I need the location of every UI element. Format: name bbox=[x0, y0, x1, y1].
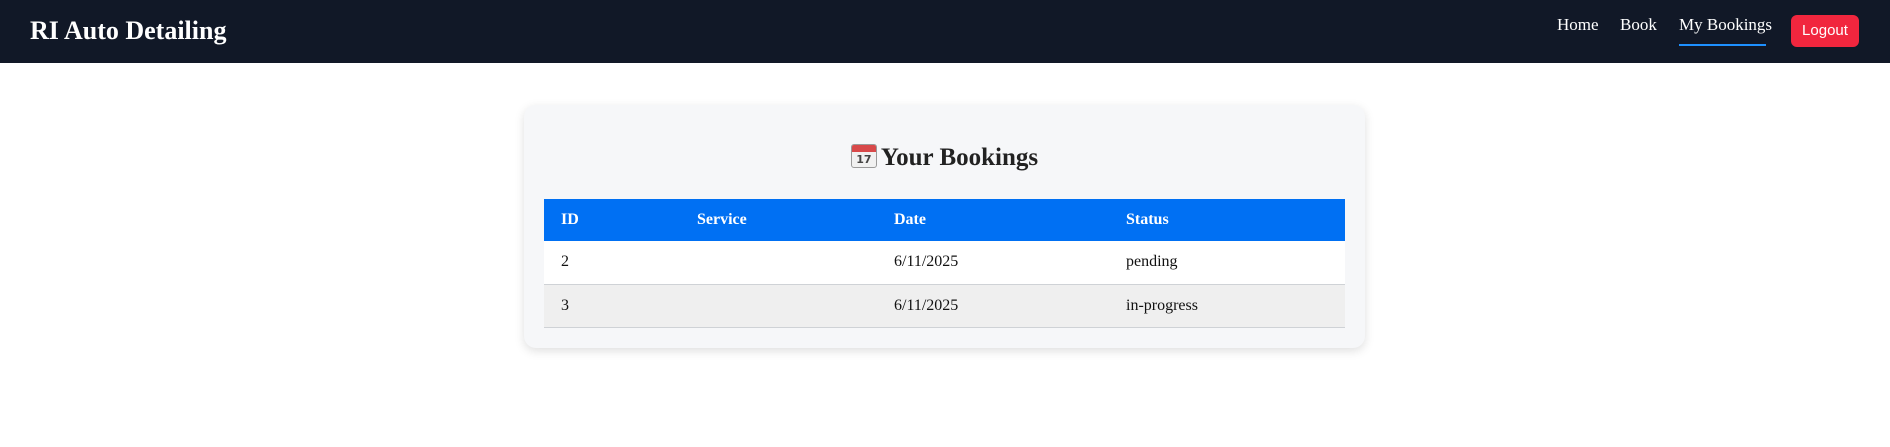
cell-service bbox=[680, 284, 877, 328]
calendar-icon: 17 bbox=[850, 144, 877, 168]
cell-status: pending bbox=[1109, 241, 1345, 285]
bookings-card: 17 Your Bookings ID Service Date Status … bbox=[524, 105, 1365, 348]
cell-status: in-progress bbox=[1109, 284, 1345, 328]
column-header-service: Service bbox=[680, 199, 877, 241]
active-nav-indicator bbox=[1679, 44, 1766, 46]
column-header-date: Date bbox=[877, 199, 1109, 241]
cell-date: 6/11/2025 bbox=[877, 241, 1109, 285]
cell-date: 6/11/2025 bbox=[877, 284, 1109, 328]
calendar-icon-header bbox=[851, 145, 876, 152]
brand-logo[interactable]: RI Auto Detailing bbox=[30, 14, 226, 48]
cell-id: 3 bbox=[544, 284, 680, 328]
table-row: 2 6/11/2025 pending bbox=[544, 241, 1345, 285]
column-header-id: ID bbox=[544, 199, 680, 241]
logout-button[interactable]: Logout bbox=[1791, 15, 1859, 47]
page-title: 17 Your Bookings bbox=[524, 142, 1365, 174]
navbar: RI Auto Detailing Home Book My Bookings … bbox=[0, 0, 1890, 63]
column-header-status: Status bbox=[1109, 199, 1345, 241]
table-header-row: ID Service Date Status bbox=[544, 199, 1345, 241]
nav-link-book[interactable]: Book bbox=[1620, 14, 1657, 36]
table-row: 3 6/11/2025 in-progress bbox=[544, 284, 1345, 328]
cell-service bbox=[680, 241, 877, 285]
page-title-text: Your Bookings bbox=[880, 144, 1039, 171]
bookings-table: ID Service Date Status 2 6/11/2025 pendi… bbox=[544, 199, 1345, 328]
nav-link-my-bookings[interactable]: My Bookings bbox=[1679, 14, 1772, 36]
cell-id: 2 bbox=[544, 241, 680, 285]
calendar-icon-day: 17 bbox=[856, 153, 872, 166]
nav-link-home[interactable]: Home bbox=[1557, 14, 1599, 36]
